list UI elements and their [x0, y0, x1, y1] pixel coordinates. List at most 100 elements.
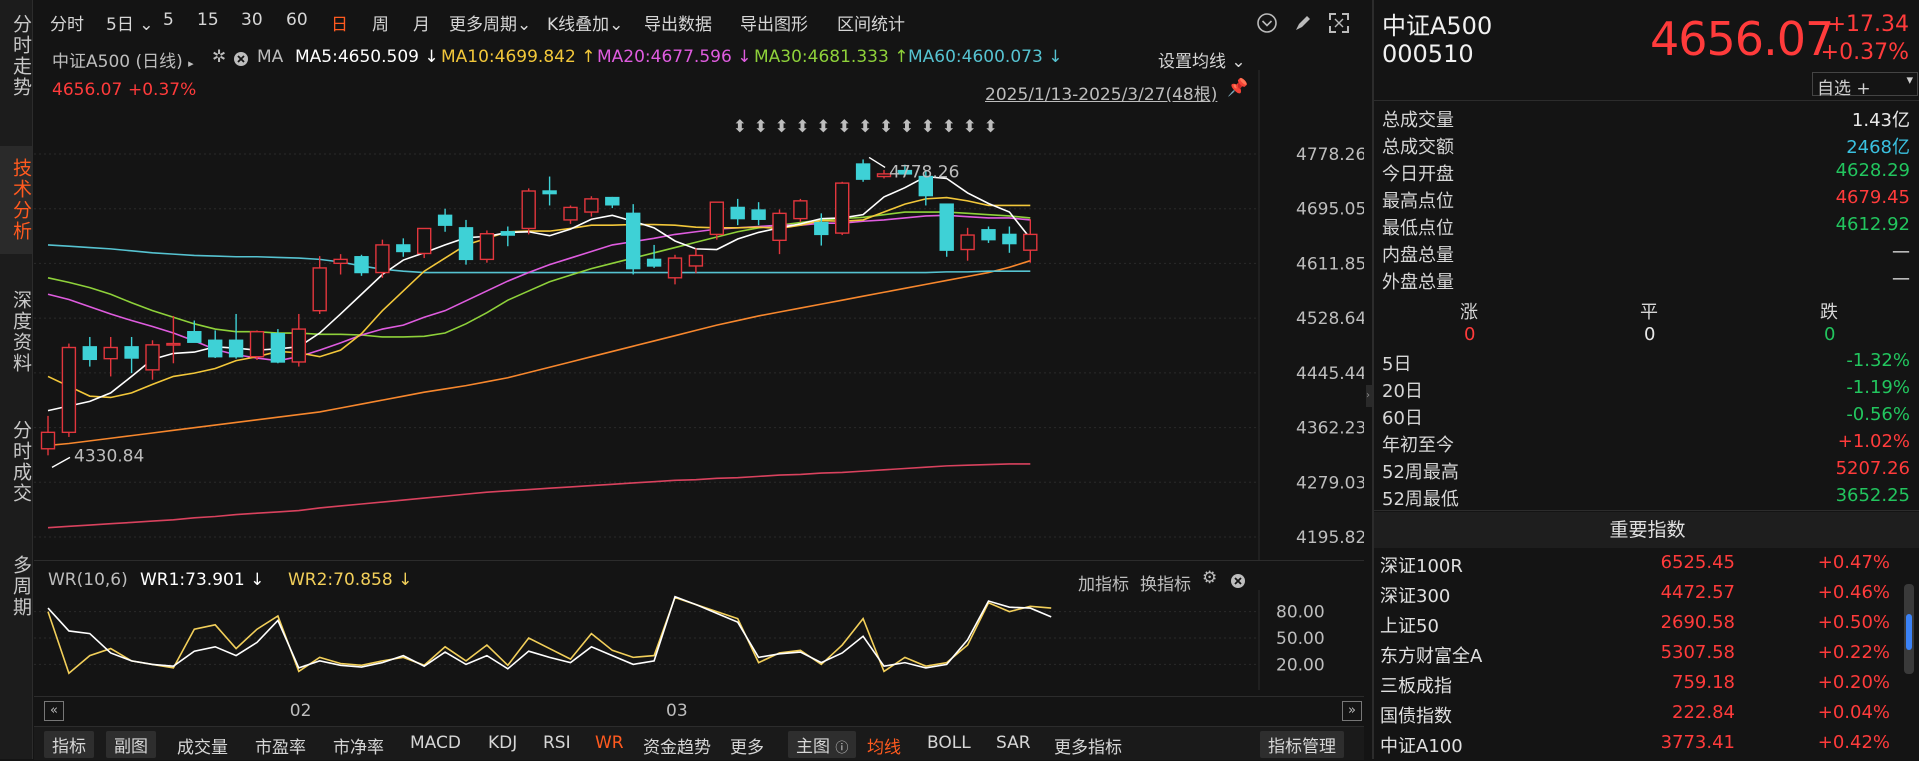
event-marker-icon[interactable]: ⬍	[900, 117, 914, 137]
index-row[interactable]: 三板成指 759.18 +0.20%	[1380, 672, 1890, 701]
candle[interactable]	[61, 343, 77, 437]
scroll-left-icon[interactable]: «	[44, 701, 64, 721]
candle[interactable]	[166, 315, 181, 364]
candle[interactable]	[228, 313, 244, 359]
candle[interactable]	[312, 256, 327, 314]
macd-tab[interactable]: MACD	[410, 733, 461, 753]
event-marker-icon[interactable]: ⬍	[775, 117, 789, 137]
pe-tab[interactable]: 市盈率	[255, 733, 306, 758]
event-marker-icon[interactable]: ⬍	[921, 117, 935, 137]
candle[interactable]	[417, 227, 432, 259]
main-chart-tab[interactable]: 主图 ⓘ	[788, 731, 857, 758]
candle[interactable]	[793, 198, 808, 222]
indicator-manage-button[interactable]: 指标管理	[1260, 731, 1344, 758]
candle[interactable]	[103, 336, 118, 377]
scrollbar[interactable]	[1904, 584, 1914, 674]
index-row[interactable]: 国债指数 222.84 +0.04%	[1380, 702, 1890, 731]
close-circle-icon[interactable]	[1230, 573, 1246, 589]
candle[interactable]	[333, 254, 348, 275]
event-marker-icon[interactable]: ⬍	[942, 117, 956, 137]
volume-tab[interactable]: 成交量	[177, 733, 228, 758]
event-marker-icon[interactable]: ⬍	[879, 117, 893, 137]
close-circle-icon[interactable]	[233, 51, 249, 67]
candle[interactable]	[124, 336, 139, 374]
candle[interactable]	[1023, 219, 1038, 263]
candle[interactable]	[270, 329, 286, 364]
candle[interactable]	[960, 227, 975, 261]
candle[interactable]	[249, 330, 265, 360]
candle[interactable]	[542, 176, 557, 206]
tb-daily[interactable]: 日	[331, 10, 348, 35]
ma-settings-button[interactable]: 设置均线 ⌄	[1158, 47, 1246, 72]
collapse-circle-icon[interactable]	[1256, 12, 1278, 34]
gear-icon[interactable]: ✲	[212, 47, 226, 67]
event-marker-icon[interactable]: ⬍	[858, 117, 872, 137]
nav-tab-technical[interactable]: 技术分析	[0, 146, 32, 254]
tb-interval-stats[interactable]: 区间统计	[837, 10, 905, 35]
index-row[interactable]: 上证50 2690.58 +0.50%	[1380, 612, 1890, 641]
candle[interactable]	[626, 204, 641, 275]
index-row[interactable]: 东方财富全A 5307.58 +0.22%	[1380, 642, 1890, 671]
nav-tab-multiperiod[interactable]: 多周期	[0, 555, 32, 618]
nav-tab-depth[interactable]: 深度资料	[0, 290, 32, 374]
nav-tab-intraday[interactable]: 分时走势	[0, 14, 32, 98]
scroll-right-icon[interactable]: »	[1342, 701, 1362, 721]
candle[interactable]	[584, 196, 599, 217]
more-indicators-tab[interactable]: 更多指标	[1054, 733, 1122, 758]
wr-tab[interactable]: WR	[595, 733, 624, 753]
candle[interactable]	[207, 330, 223, 359]
candle[interactable]	[437, 208, 453, 232]
candle[interactable]	[1002, 226, 1017, 253]
candle[interactable]	[709, 201, 724, 240]
tb-weekly[interactable]: 周	[372, 10, 389, 35]
nav-tab-ticks[interactable]: 分时成交	[0, 420, 32, 504]
event-marker-icon[interactable]: ⬍	[754, 117, 768, 137]
sar-tab[interactable]: SAR	[996, 733, 1031, 753]
kdj-tab[interactable]: KDJ	[488, 733, 517, 753]
tb-15min[interactable]: 15	[197, 10, 219, 30]
tb-kline-overlay[interactable]: K线叠加⌄	[547, 10, 623, 35]
candle[interactable]	[688, 248, 704, 274]
indicator-tab[interactable]: 指标	[44, 731, 94, 758]
ma-tab[interactable]: 均线	[867, 733, 901, 758]
event-marker-icon[interactable]: ⬍	[816, 117, 830, 137]
index-row[interactable]: 中证A100 3773.41 +0.42%	[1380, 732, 1890, 761]
wr-chart[interactable]: 80.00 50.00 20.00	[34, 590, 1364, 690]
candle[interactable]	[646, 244, 662, 268]
event-marker-icon[interactable]: ⬍	[963, 117, 977, 137]
candle[interactable]	[563, 205, 578, 224]
tb-5min[interactable]: 5	[163, 10, 174, 30]
candle[interactable]	[354, 254, 369, 276]
candle[interactable]	[187, 320, 202, 343]
candle[interactable]	[835, 181, 850, 236]
fullscreen-icon[interactable]	[1328, 12, 1350, 34]
tb-export-chart[interactable]: 导出图形	[740, 10, 808, 35]
candle[interactable]	[521, 188, 536, 235]
rsi-tab[interactable]: RSI	[543, 733, 571, 753]
event-marker-icon[interactable]: ⬍	[984, 117, 998, 137]
candle[interactable]	[145, 340, 160, 380]
candle[interactable]	[40, 415, 56, 456]
tb-intraday[interactable]: 分时	[50, 10, 84, 35]
collapse-handle[interactable]: ›	[1366, 385, 1372, 407]
gear-icon[interactable]: ⚙	[1202, 568, 1217, 588]
boll-tab[interactable]: BOLL	[927, 733, 971, 753]
candle[interactable]	[855, 159, 871, 182]
tb-monthly[interactable]: 月	[413, 10, 430, 35]
candle[interactable]	[751, 202, 766, 226]
tb-export-data[interactable]: 导出数据	[644, 10, 712, 35]
candle[interactable]	[291, 313, 306, 367]
kline-chart[interactable]: 4330.84 4778.26 ⬍ ⬍ ⬍ ⬍ ⬍ ⬍ ⬍ ⬍ ⬍ ⬍ ⬍ ⬍ ⬍ 4778.26 4695.…	[34, 70, 1364, 560]
subchart-tab[interactable]: 副图	[106, 731, 156, 758]
event-marker-icon[interactable]: ⬍	[733, 117, 747, 137]
candle[interactable]	[605, 196, 620, 209]
candle[interactable]	[500, 226, 515, 247]
candle[interactable]	[981, 226, 996, 243]
candle[interactable]	[82, 336, 97, 367]
tb-30min[interactable]: 30	[241, 10, 263, 30]
event-marker-icon[interactable]: ⬍	[837, 117, 851, 137]
tb-60min[interactable]: 60	[286, 10, 308, 30]
candle[interactable]	[458, 219, 474, 265]
candle[interactable]	[772, 209, 787, 255]
index-row[interactable]: 深证100R 6525.45 +0.47%	[1380, 552, 1890, 581]
